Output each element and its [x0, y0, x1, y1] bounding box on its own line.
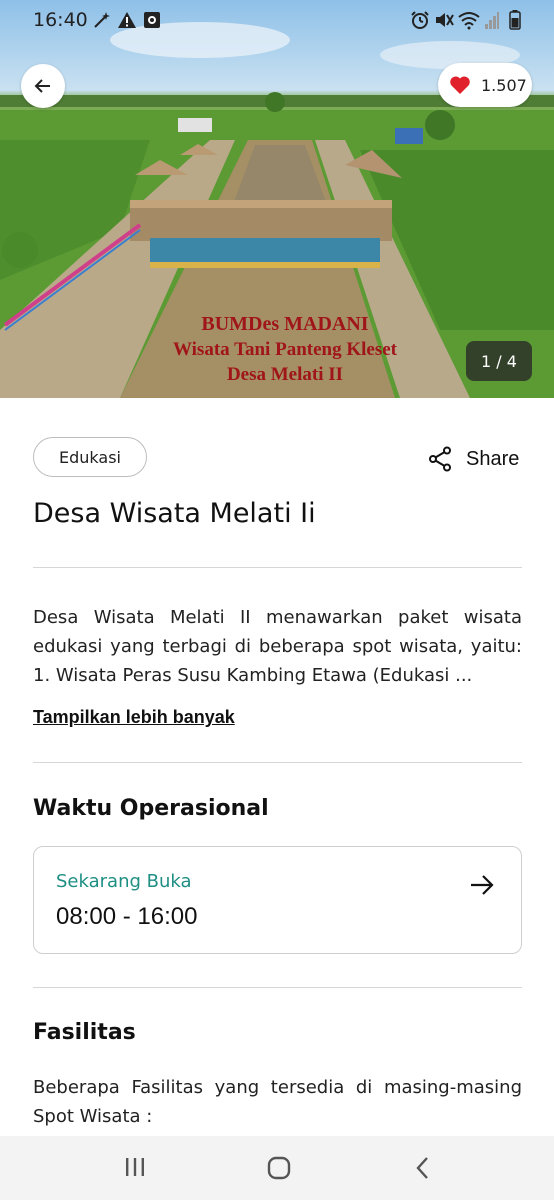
description-text: Desa Wisata Melati II menawarkan paket w… [33, 607, 522, 686]
back-icon[interactable] [414, 1156, 432, 1180]
system-nav-bar [0, 1136, 554, 1200]
like-count: 1.507 [481, 75, 527, 95]
open-status: Sekarang Buka [56, 871, 192, 892]
show-more-link[interactable]: Tampilkan lebih banyak [33, 707, 235, 728]
media-icon [143, 9, 161, 31]
warning-icon [117, 9, 137, 31]
photo-caption-line-2: Wisata Tani Panteng Kleset [173, 339, 397, 360]
mute-icon [434, 9, 454, 31]
share-icon [429, 446, 451, 472]
recents-icon[interactable] [124, 1156, 146, 1178]
facilities-heading: Fasilitas [33, 1020, 136, 1045]
back-button[interactable] [21, 64, 65, 108]
share-label: Share [466, 447, 520, 470]
battery-icon [509, 9, 521, 31]
alarm-icon [410, 9, 430, 31]
image-counter: 1 / 4 [466, 341, 532, 381]
home-icon[interactable] [267, 1156, 291, 1180]
hero-image[interactable]: 16:40 1.507 BUMDes MADANI Wisata Tani Pa… [0, 0, 554, 398]
operating-hours-card[interactable]: Sekarang Buka 08:00 - 16:00 [33, 846, 522, 954]
divider [33, 567, 522, 568]
share-button[interactable]: Share [428, 446, 519, 472]
like-button[interactable]: 1.507 [438, 63, 532, 107]
wifi-icon [458, 9, 480, 31]
page-title: Desa Wisata Melati Ii [33, 498, 316, 529]
magic-wand-icon [92, 9, 112, 31]
status-time: 16:40 [33, 9, 88, 31]
photo-caption-line-3: Desa Melati II [226, 364, 344, 385]
category-chip[interactable]: Edukasi [33, 437, 147, 477]
divider [33, 987, 522, 988]
arrow-right-icon [471, 875, 494, 895]
signal-icon [484, 9, 500, 31]
operating-hours-heading: Waktu Operasional [33, 796, 269, 821]
photo-caption-line-1: BUMDes MADANI [201, 313, 369, 335]
divider [33, 762, 522, 763]
arrow-left-icon [34, 79, 50, 93]
photo-caption: BUMDes MADANI Wisata Tani Panteng Kleset… [140, 312, 430, 387]
facilities-text: Beberapa Fasilitas yang tersedia di masi… [33, 1077, 522, 1127]
opening-hours: 08:00 - 16:00 [56, 903, 198, 930]
heart-icon [449, 74, 471, 96]
status-bar: 16:40 [0, 0, 554, 42]
